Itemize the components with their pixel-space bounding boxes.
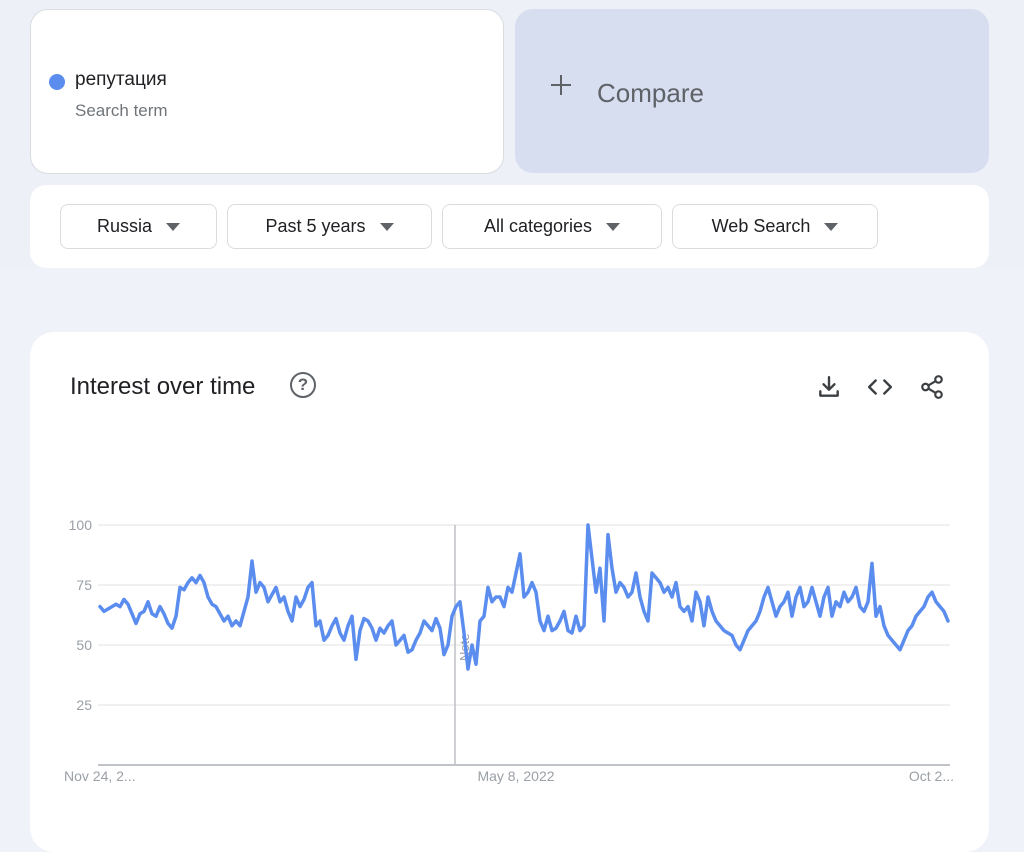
y-tick-label: 25	[76, 697, 92, 713]
x-tick-label: Nov 24, 2...	[64, 768, 136, 784]
x-tick-label: May 8, 2022	[477, 768, 554, 784]
series-line-reputation	[98, 523, 950, 671]
y-tick-label: 75	[76, 577, 92, 593]
y-axis-ticks: 25 50 75 100	[69, 517, 93, 713]
y-tick-label: 50	[76, 637, 92, 653]
x-tick-label: Oct 2...	[909, 768, 954, 784]
y-tick-label: 100	[69, 517, 93, 533]
chart-grid	[98, 524, 950, 766]
x-axis-ticks: Nov 24, 2... May 8, 2022 Oct 2...	[64, 768, 954, 784]
interest-line-chart: 25 50 75 100 Nov 24, 2... May 8, 2022 Oc…	[64, 517, 954, 784]
